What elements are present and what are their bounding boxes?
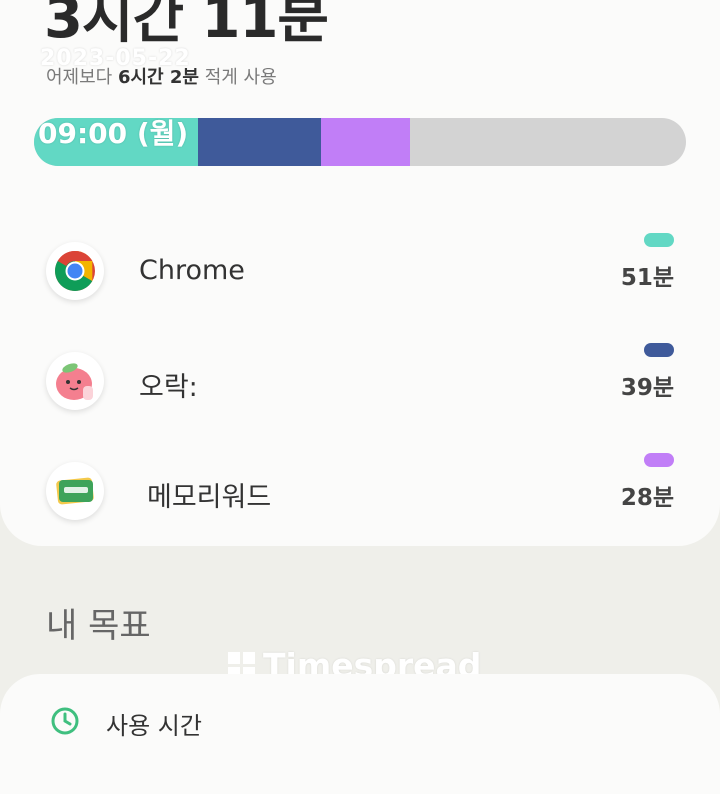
app-usage-time: 28분 [620,485,674,511]
app-row-memoryword[interactable]: 메모리워드 28분 [0,448,720,538]
app-color-chip [644,453,674,467]
app-color-chip [644,233,674,247]
app-name: 메모리워드 [147,482,272,513]
watermark-time: 09:00 (월) [38,117,189,150]
app-row-orak[interactable]: 오락: 39분 [0,338,720,428]
chrome-icon [46,242,104,300]
watermark-date: 2023-05-22 [40,46,191,71]
app-color-chip [644,343,674,357]
timer-icon [51,707,79,735]
usage-bar-segment-orak [198,118,321,166]
usage-summary-card: 3시간 11분 어제보다 6시간 2분 적게 사용 Chrome 51분 오락:… [0,0,720,546]
peach-character-icon [46,352,104,410]
app-usage-time: 51분 [620,265,674,291]
goal-item-label: 사용 시간 [106,712,202,740]
app-name: Chrome [139,255,245,286]
app-usage-time: 39분 [620,375,674,401]
usage-bar-segment-memoryword [321,118,410,166]
memoryword-card-icon [46,462,104,520]
app-name: 오락: [139,372,198,403]
my-goals-title: 내 목표 [46,606,151,646]
goal-card[interactable]: 사용 시간 [0,674,720,794]
app-row-chrome[interactable]: Chrome 51분 [0,228,720,318]
